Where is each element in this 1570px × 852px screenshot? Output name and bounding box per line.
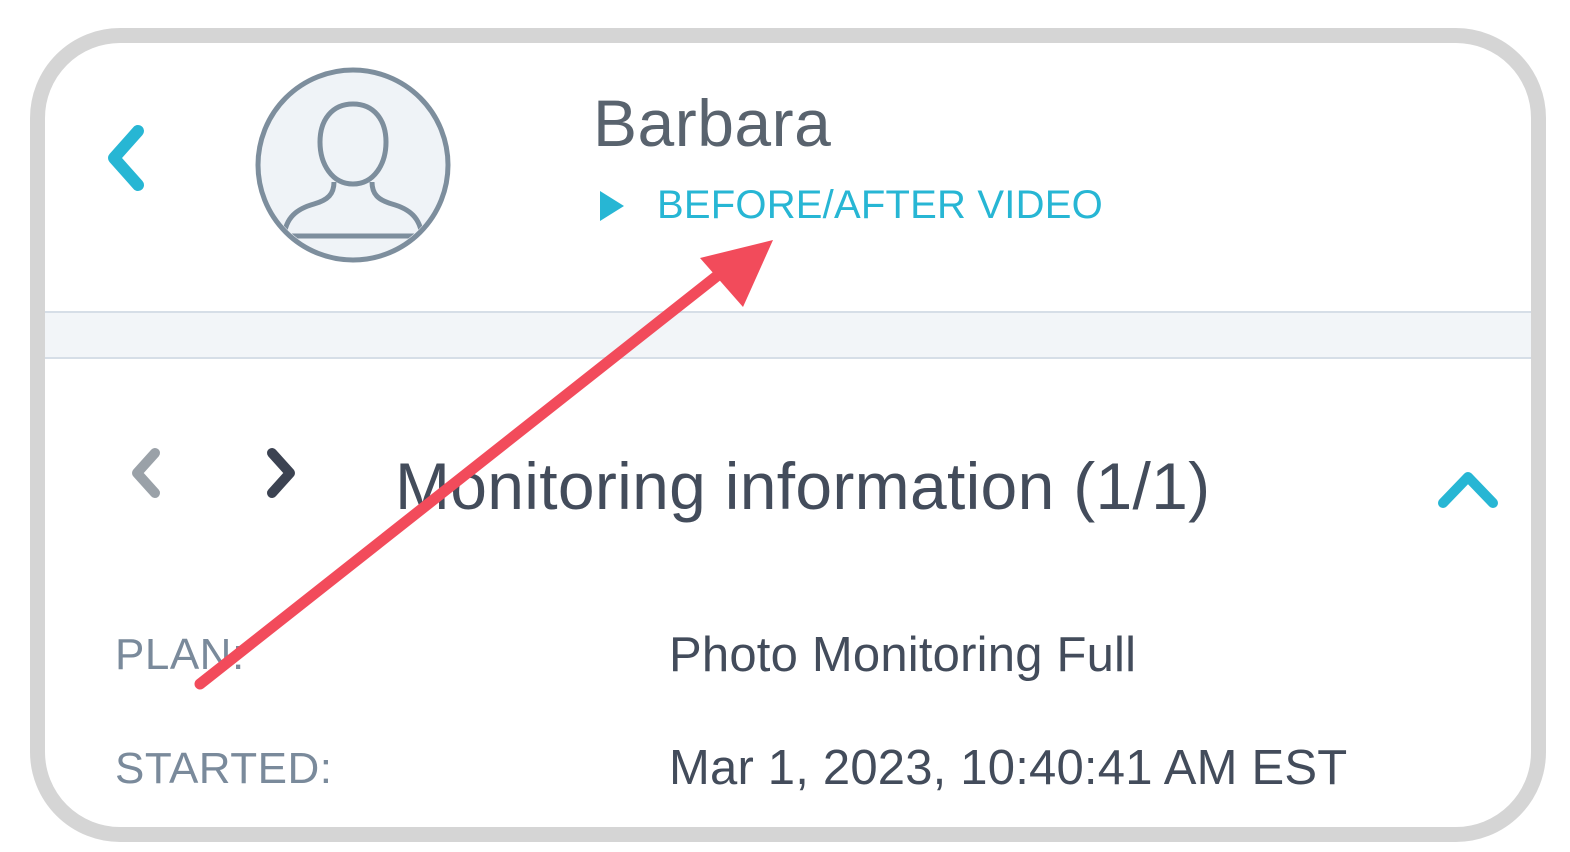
next-chevron-icon[interactable] xyxy=(258,443,304,503)
section-divider xyxy=(45,311,1531,359)
device-frame: Barbara BEFORE/AFTER VIDEO Monitoring in… xyxy=(30,28,1546,842)
video-link-label: BEFORE/AFTER VIDEO xyxy=(657,183,1103,227)
started-value: Mar 1, 2023, 10:40:41 AM EST xyxy=(669,741,1348,795)
play-icon xyxy=(600,190,624,221)
back-chevron-icon[interactable] xyxy=(100,113,150,203)
collapse-chevron-up-icon[interactable] xyxy=(1435,463,1501,513)
user-avatar-icon xyxy=(255,67,451,263)
before-after-video-link[interactable]: BEFORE/AFTER VIDEO xyxy=(600,183,1103,228)
started-label: STARTED: xyxy=(115,744,333,793)
plan-label: PLAN: xyxy=(115,630,245,679)
monitoring-section-title: Monitoring information (1/1) xyxy=(395,449,1211,523)
previous-chevron-icon[interactable] xyxy=(123,443,169,503)
plan-value: Photo Monitoring Full xyxy=(669,628,1137,682)
profile-name: Barbara xyxy=(593,86,832,160)
